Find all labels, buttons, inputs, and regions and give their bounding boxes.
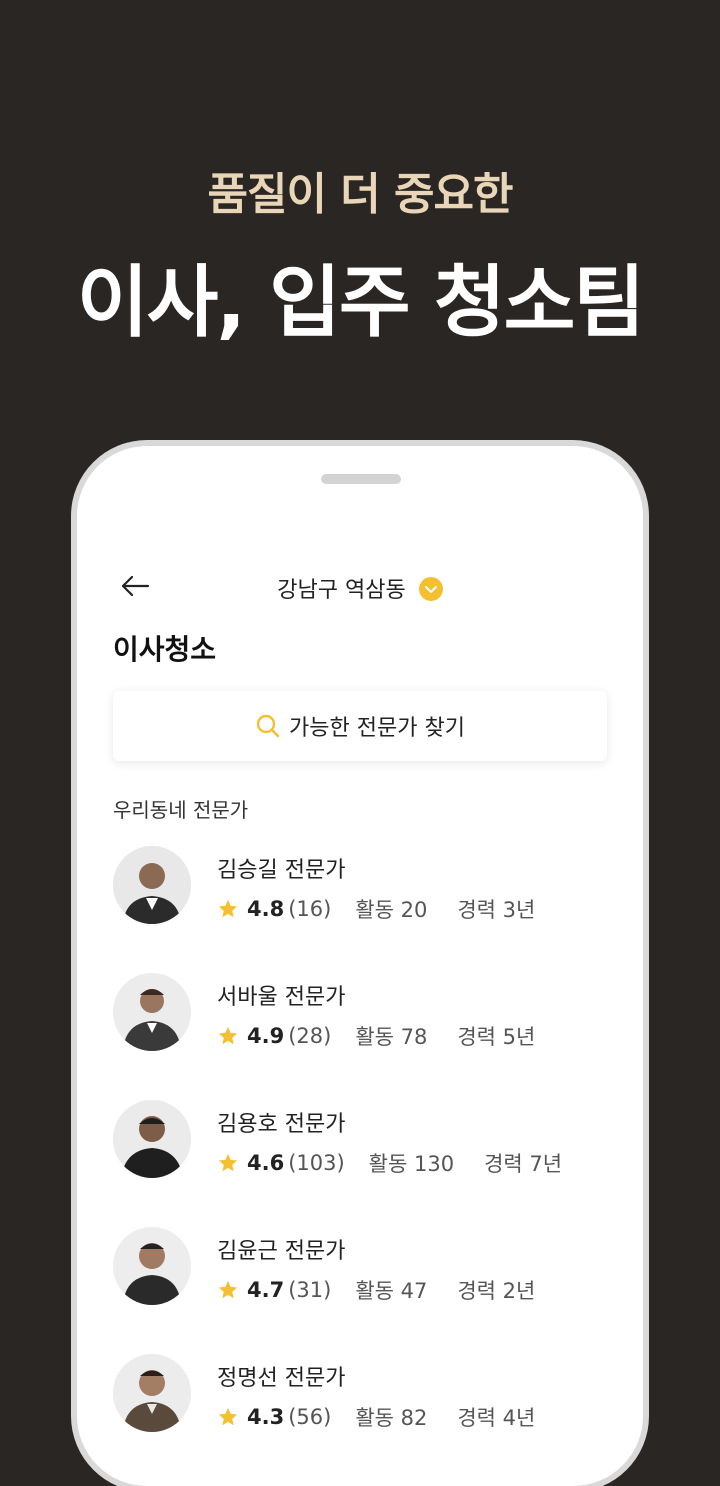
star-icon [218,1026,238,1045]
list-item[interactable]: 정명선 전문가 4.3 (56) 활동 82 경력 4년 [113,1354,613,1481]
list-item[interactable]: 김윤근 전문가 4.7 (31) 활동 47 경력 2년 [113,1227,613,1354]
expert-rating: 4.8 [247,897,285,921]
career-years: 경력 3년 [457,898,536,922]
list-item[interactable]: 김용호 전문가 4.6 (103) 활동 130 경력 7년 [113,1100,613,1227]
expert-name: 김승길 전문가 [217,858,346,883]
star-icon [218,1407,238,1426]
chevron-down-icon [418,577,443,601]
activity-count: 활동 130 [368,1152,455,1176]
review-count: (103) [288,1151,345,1175]
activity-count: 활동 82 [355,1406,428,1430]
app-header: 강남구 역삼동 [77,566,643,606]
expert-rating: 4.6 [247,1151,285,1175]
location-label: 강남구 역삼동 [277,578,406,603]
avatar [113,973,191,1051]
activity-count: 활동 78 [355,1025,428,1049]
expert-meta: 4.9 (28) 활동 78 경력 5년 [217,1021,535,1051]
expert-rating: 4.7 [247,1278,285,1302]
avatar [113,846,191,924]
star-icon [218,1153,238,1172]
activity-count: 활동 20 [355,898,428,922]
review-count: (28) [288,1024,332,1048]
career-years: 경력 2년 [457,1279,536,1303]
phone-notch [321,474,401,484]
star-icon [218,1280,238,1299]
search-icon [256,714,280,738]
list-item[interactable]: 김승길 전문가 4.8 (16) 활동 20 경력 3년 [113,846,613,973]
avatar [113,1354,191,1432]
avatar [113,1100,191,1178]
review-count: (16) [288,897,332,921]
expert-meta: 4.8 (16) 활동 20 경력 3년 [217,894,535,924]
page-title: 이사청소 [113,633,217,666]
expert-meta: 4.7 (31) 활동 47 경력 2년 [217,1275,535,1305]
promo-headline: 이사, 입주 청소팀 [76,258,645,348]
phone-frame: 강남구 역삼동 이사청소 가능한 전문가 찾기 우리동네 전문가 김승길 전문가… [77,446,643,1486]
career-years: 경력 7년 [484,1152,563,1176]
expert-rating: 4.3 [247,1405,285,1429]
expert-name: 정명선 전문가 [217,1366,346,1391]
find-expert-label: 가능한 전문가 찾기 [289,716,465,741]
expert-name: 김용호 전문가 [217,1112,346,1137]
career-years: 경력 5년 [457,1025,536,1049]
find-expert-button[interactable]: 가능한 전문가 찾기 [113,691,607,761]
expert-meta: 4.6 (103) 활동 130 경력 7년 [217,1148,562,1178]
expert-meta: 4.3 (56) 활동 82 경력 4년 [217,1402,535,1432]
activity-count: 활동 47 [355,1279,428,1303]
expert-name: 서바울 전문가 [217,985,346,1010]
review-count: (31) [288,1278,332,1302]
expert-list: 김승길 전문가 4.8 (16) 활동 20 경력 3년 서바울 전문가 4.9… [113,846,613,1481]
career-years: 경력 4년 [457,1406,536,1430]
promo-subtitle: 품질이 더 중요한 [207,169,514,220]
location-selector[interactable]: 강남구 역삼동 [77,572,643,604]
list-item[interactable]: 서바울 전문가 4.9 (28) 활동 78 경력 5년 [113,973,613,1100]
expert-rating: 4.9 [247,1024,285,1048]
avatar [113,1227,191,1305]
section-label: 우리동네 전문가 [113,798,249,822]
review-count: (56) [288,1405,332,1429]
expert-name: 김윤근 전문가 [217,1239,346,1264]
star-icon [218,899,238,918]
